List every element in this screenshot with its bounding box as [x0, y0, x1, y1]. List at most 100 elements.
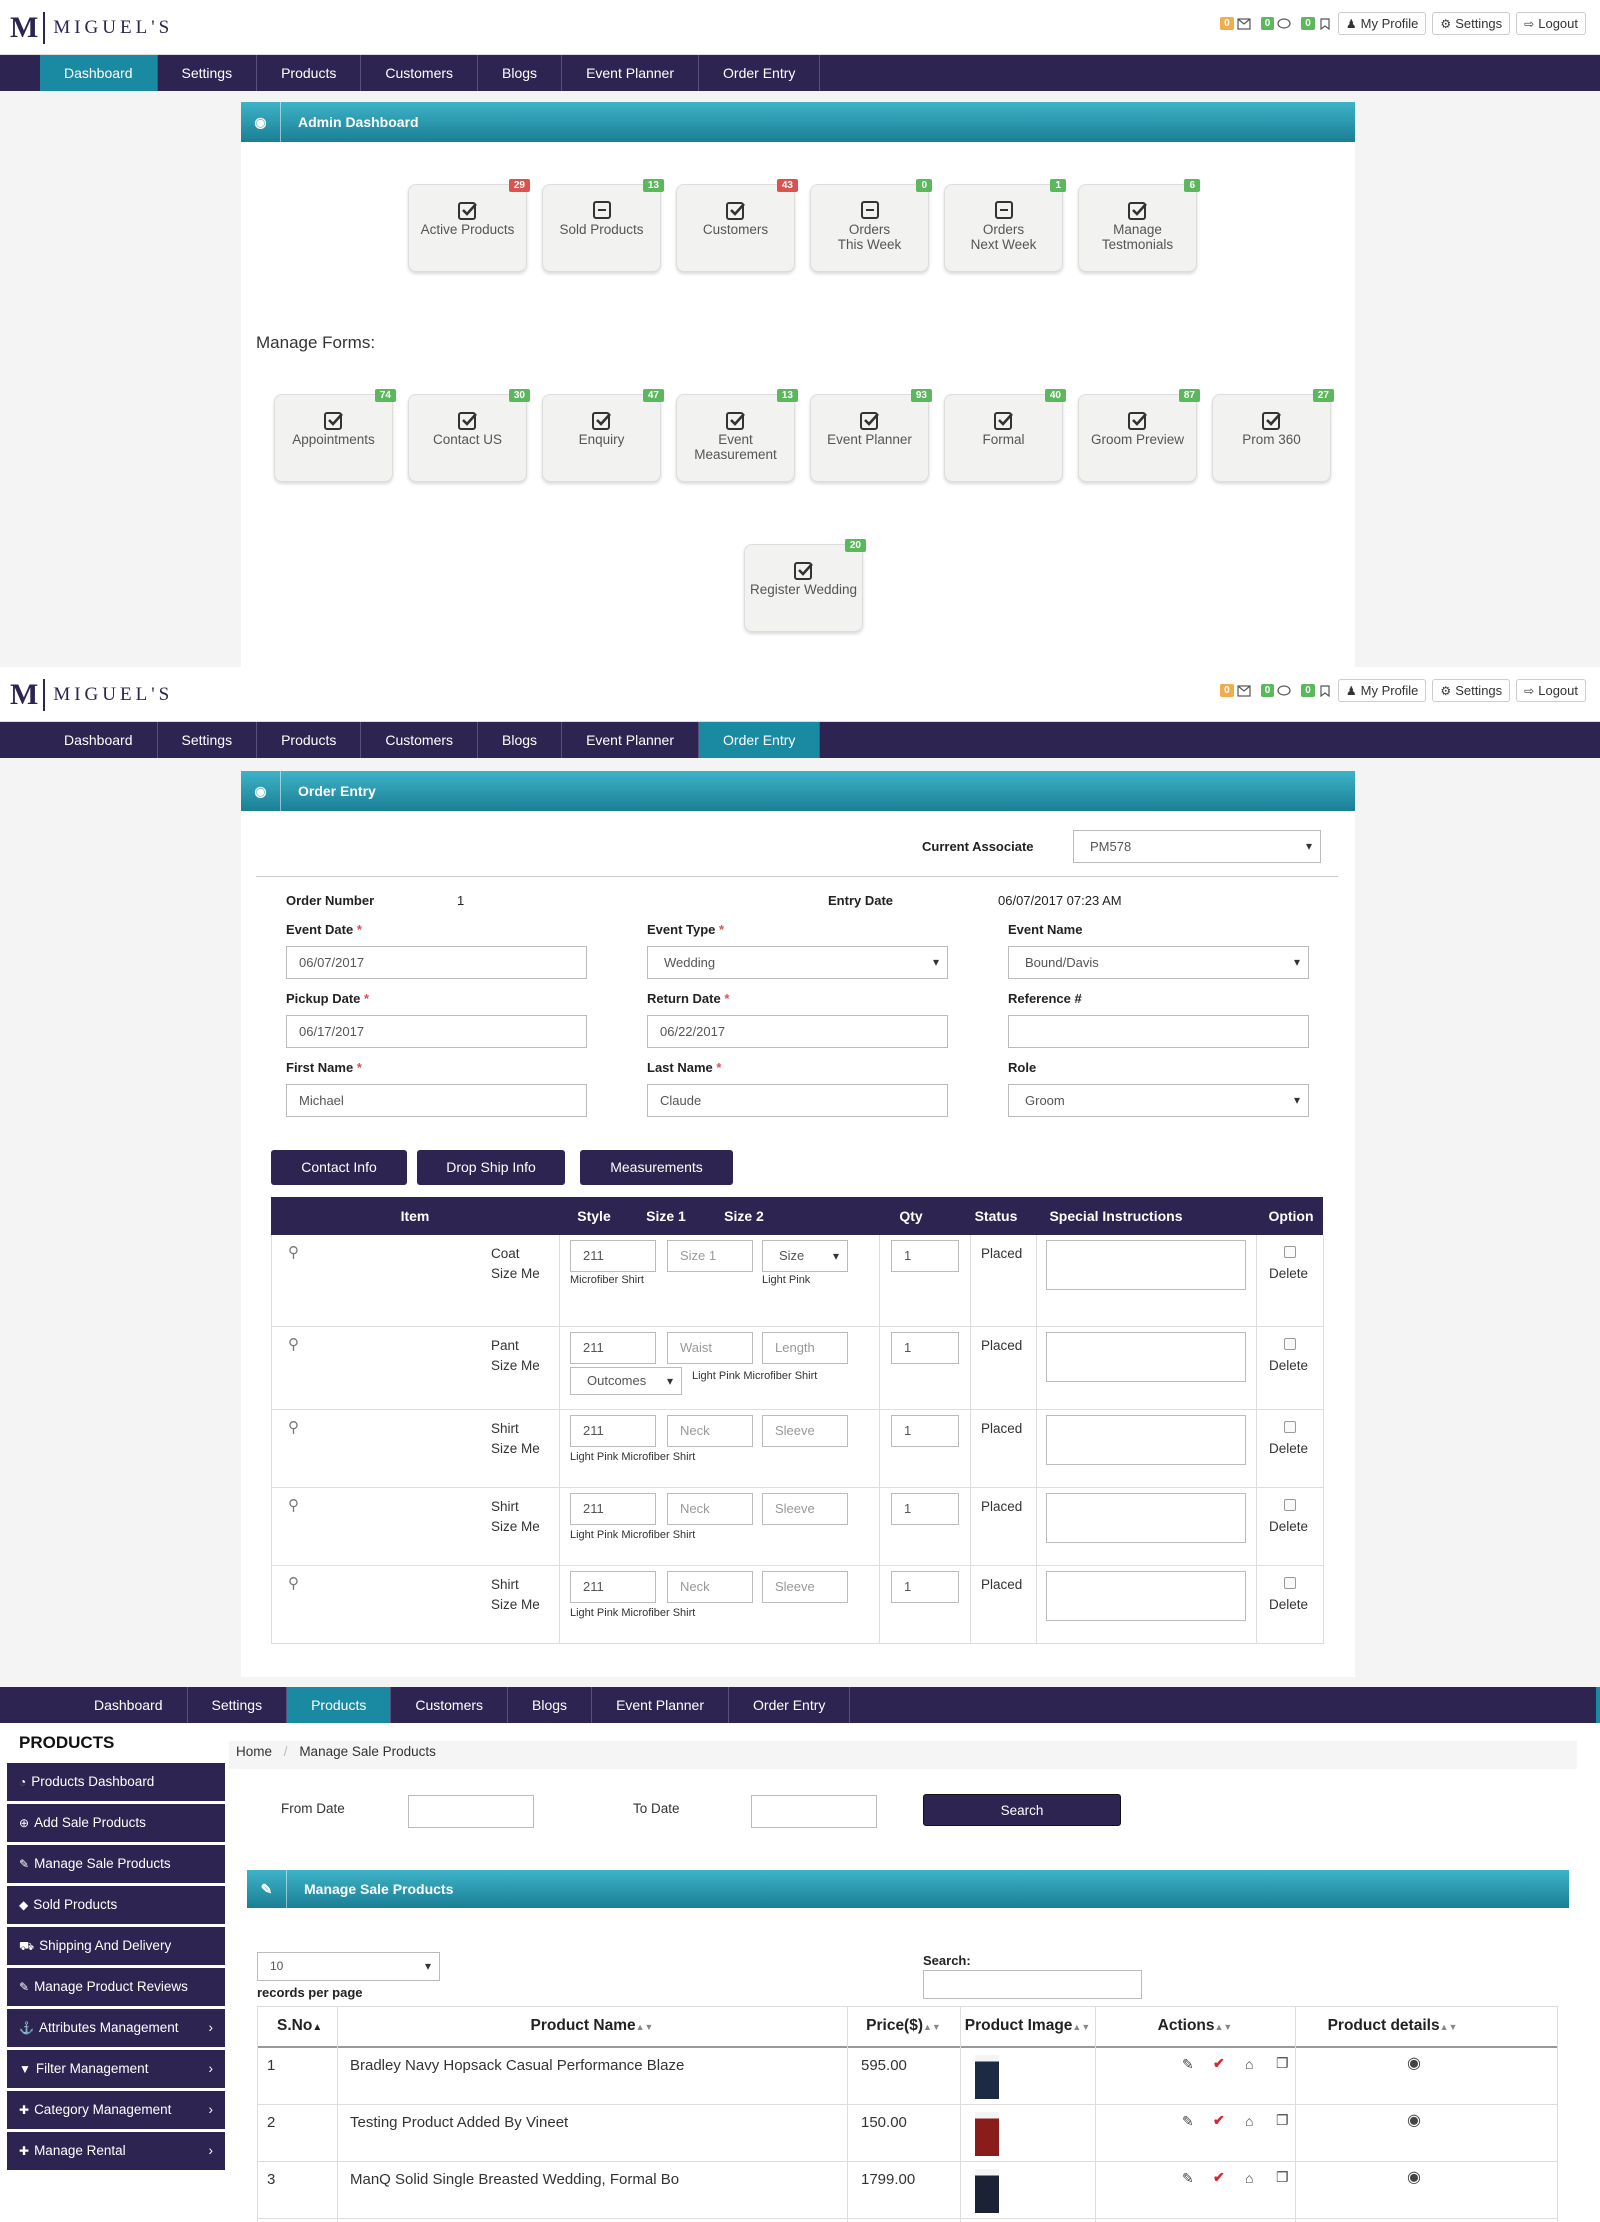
- product-thumbnail[interactable]: [975, 2169, 999, 2213]
- size2-field[interactable]: Sleeve: [762, 1415, 848, 1447]
- form-card[interactable]: Enquiry 47: [542, 389, 664, 482]
- nav-settings[interactable]: Settings: [158, 722, 258, 758]
- delete-checkbox[interactable]: [1284, 1338, 1296, 1350]
- sidebar-item[interactable]: ◆ Sold Products: [7, 1886, 225, 1924]
- nav-customers[interactable]: Customers: [361, 55, 479, 91]
- delete-checkbox[interactable]: [1284, 1577, 1296, 1589]
- check-icon[interactable]: ✔: [1213, 2055, 1225, 2072]
- nav-dashboard[interactable]: Dashboard: [40, 722, 158, 758]
- size2-field[interactable]: Sleeve: [762, 1571, 848, 1603]
- col-sno[interactable]: S.No▲: [257, 2006, 337, 2046]
- contact-info-button[interactable]: Contact Info: [271, 1150, 407, 1185]
- nav-order-entry[interactable]: Order Entry: [699, 722, 821, 758]
- special-instructions-field[interactable]: [1046, 1571, 1246, 1621]
- dashboard-card[interactable]: Manage Testmonials 6: [1078, 179, 1200, 272]
- special-instructions-field[interactable]: [1046, 1240, 1246, 1290]
- search-icon[interactable]: ⚲: [288, 1418, 299, 1436]
- item-size-me[interactable]: Size Me: [491, 1358, 540, 1373]
- size1-field[interactable]: Neck: [667, 1571, 753, 1603]
- dashboard-card[interactable]: Active Products 29: [408, 179, 530, 272]
- brand-logo[interactable]: M MIGUEL'S: [10, 12, 173, 44]
- brand-logo-2[interactable]: M MIGUEL'S: [10, 679, 173, 711]
- size1-field[interactable]: Neck: [667, 1493, 753, 1525]
- messages-counter[interactable]: 0: [1220, 684, 1251, 697]
- product-thumbnail[interactable]: [975, 2055, 999, 2099]
- item-size-me[interactable]: Size Me: [491, 1519, 540, 1534]
- nav-event-planner[interactable]: Event Planner: [562, 55, 700, 91]
- breadcrumb-home[interactable]: Home: [236, 1744, 272, 1759]
- nav-dashboard[interactable]: Dashboard: [70, 1687, 188, 1723]
- size1-field[interactable]: Size 1: [667, 1240, 753, 1272]
- settings-button[interactable]: ⚙ Settings: [1432, 679, 1511, 702]
- copy-icon[interactable]: ❐: [1276, 2055, 1289, 2072]
- col-actions[interactable]: Actions▲▼: [1095, 2006, 1295, 2046]
- first-name-field[interactable]: Michael: [286, 1084, 587, 1117]
- associate-select[interactable]: PM578: [1073, 830, 1321, 863]
- sidebar-item[interactable]: ◔ Products Dashboard: [7, 1763, 225, 1801]
- sidebar-item[interactable]: ▼ Filter Management ›: [7, 2050, 225, 2088]
- measurements-button[interactable]: Measurements: [580, 1150, 733, 1185]
- col-product-details[interactable]: Product details▲▼: [1295, 2006, 1490, 2046]
- role-select[interactable]: Groom: [1008, 1084, 1309, 1117]
- col-product-image[interactable]: Product Image▲▼: [960, 2006, 1095, 2046]
- eye-icon[interactable]: ◉: [1407, 2053, 1421, 2073]
- search-icon[interactable]: ⚲: [288, 1243, 299, 1261]
- event-type-select[interactable]: Wedding: [647, 946, 948, 979]
- form-card[interactable]: Prom 360 27: [1212, 389, 1334, 482]
- col-product-name[interactable]: Product Name▲▼: [337, 2006, 847, 2046]
- nav-customers[interactable]: Customers: [391, 1687, 509, 1723]
- size1-field[interactable]: Waist: [667, 1332, 753, 1364]
- bookmarks-counter[interactable]: 0: [1301, 684, 1332, 697]
- event-name-select[interactable]: Bound/Davis: [1008, 946, 1309, 979]
- dashboard-card[interactable]: Orders Next Week 1: [944, 179, 1066, 272]
- nav-order-entry[interactable]: Order Entry: [699, 55, 821, 91]
- item-size-me[interactable]: Size Me: [491, 1597, 540, 1612]
- event-date-field[interactable]: 06/07/2017: [286, 946, 587, 979]
- nav-event-planner[interactable]: Event Planner: [562, 722, 700, 758]
- search-button[interactable]: Search: [923, 1794, 1121, 1826]
- nav-settings[interactable]: Settings: [158, 55, 258, 91]
- nav-order-entry[interactable]: Order Entry: [729, 1687, 851, 1723]
- drop-ship-info-button[interactable]: Drop Ship Info: [417, 1150, 565, 1185]
- style-field[interactable]: 211: [570, 1332, 656, 1364]
- sidebar-item[interactable]: ⛟ Shipping And Delivery: [7, 1927, 225, 1965]
- sidebar-item[interactable]: ✚ Category Management ›: [7, 2091, 225, 2129]
- special-instructions-field[interactable]: [1046, 1493, 1246, 1543]
- sidebar-item[interactable]: ⊕ Add Sale Products: [7, 1804, 225, 1842]
- per-page-select[interactable]: 10: [257, 1952, 440, 1981]
- nav-event-planner[interactable]: Event Planner: [592, 1687, 730, 1723]
- dashboard-card[interactable]: Customers 43: [676, 179, 798, 272]
- reference-field[interactable]: [1008, 1015, 1309, 1048]
- last-name-field[interactable]: Claude: [647, 1084, 948, 1117]
- nav-customers[interactable]: Customers: [361, 722, 479, 758]
- qty-field[interactable]: 1: [891, 1571, 959, 1603]
- nav-products[interactable]: Products: [287, 1687, 392, 1723]
- qty-field[interactable]: 1: [891, 1240, 959, 1272]
- special-instructions-field[interactable]: [1046, 1415, 1246, 1465]
- copy-icon[interactable]: ❐: [1276, 2169, 1289, 2186]
- edit-icon[interactable]: ✎: [1182, 2056, 1194, 2073]
- qty-field[interactable]: 1: [891, 1415, 959, 1447]
- nav-blogs[interactable]: Blogs: [478, 722, 563, 758]
- size2-select[interactable]: Size: [762, 1240, 848, 1272]
- comments-counter[interactable]: 0: [1260, 684, 1292, 697]
- outcomes-select[interactable]: Outcomes: [570, 1367, 682, 1395]
- nav-blogs[interactable]: Blogs: [508, 1687, 593, 1723]
- nav-settings[interactable]: Settings: [188, 1687, 288, 1723]
- nav-blogs[interactable]: Blogs: [478, 55, 563, 91]
- style-field[interactable]: 211: [570, 1240, 656, 1272]
- my-profile-button[interactable]: ♟ My Profile: [1337, 12, 1427, 35]
- sidebar-item[interactable]: ✚ Manage Rental ›: [7, 2132, 225, 2170]
- sidebar-item[interactable]: ✎ Manage Sale Products: [7, 1845, 225, 1883]
- style-field[interactable]: 211: [570, 1415, 656, 1447]
- from-date-field[interactable]: [408, 1795, 534, 1828]
- messages-counter[interactable]: 0: [1220, 17, 1251, 30]
- form-card[interactable]: Contact US 30: [408, 389, 530, 482]
- comments-counter[interactable]: 0: [1260, 17, 1292, 30]
- search-icon[interactable]: ⚲: [288, 1496, 299, 1514]
- form-card[interactable]: Appointments 74: [274, 389, 396, 482]
- search-icon[interactable]: ⚲: [288, 1574, 299, 1592]
- nav-products[interactable]: Products: [257, 55, 362, 91]
- special-instructions-field[interactable]: [1046, 1332, 1246, 1382]
- trash-icon[interactable]: ⌂: [1245, 2056, 1253, 2072]
